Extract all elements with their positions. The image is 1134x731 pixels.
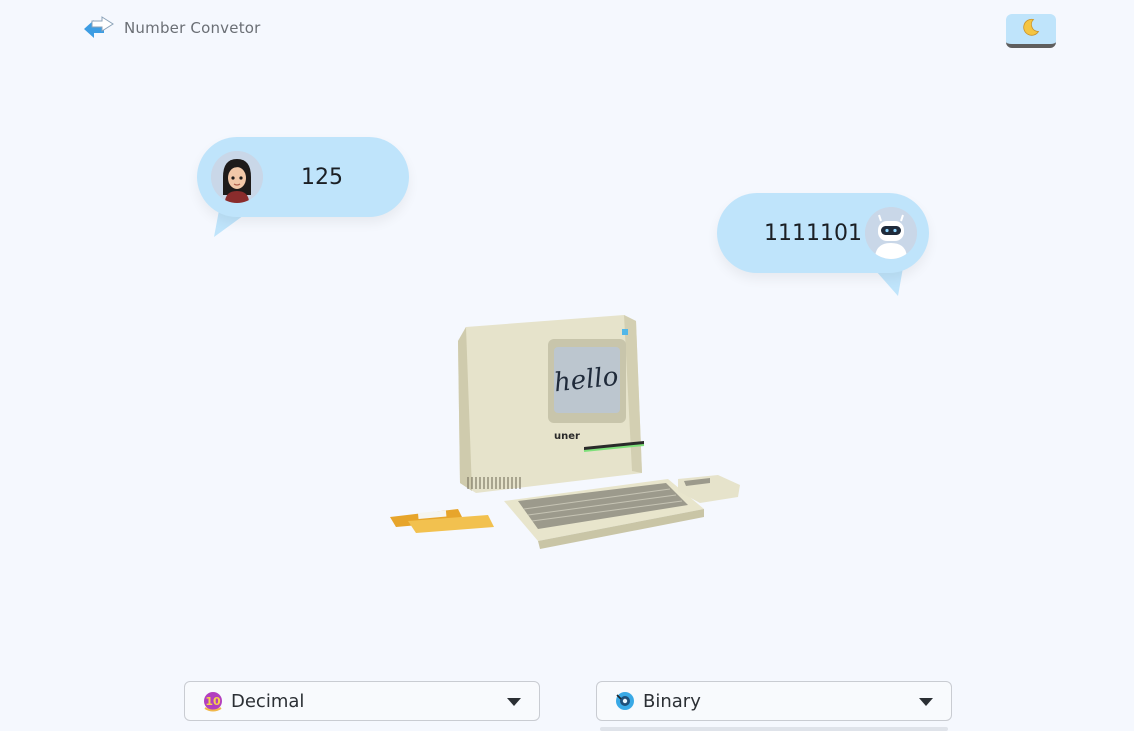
brand-text: uner: [554, 431, 580, 442]
to-base-label: Binary: [643, 690, 701, 712]
to-base-select[interactable]: Binary: [596, 681, 952, 721]
woman-avatar-icon: [211, 151, 263, 203]
user-message-text: 125: [301, 164, 343, 190]
swap-arrows-icon: [82, 16, 114, 40]
decimal-base-icon: 10: [202, 690, 224, 712]
app-title: Number Convetor: [124, 19, 261, 37]
app-logo[interactable]: Number Convetor: [82, 16, 261, 40]
output-field-edge: [600, 727, 948, 731]
chevron-down-icon: [919, 698, 933, 706]
bot-message-text: 1111101: [764, 221, 862, 246]
user-message-bubble: 125: [197, 137, 409, 217]
moon-icon: [1021, 17, 1041, 41]
floppy-disks: [390, 509, 494, 533]
theme-toggle-button[interactable]: [1006, 14, 1056, 48]
bot-message-bubble: 1111101: [717, 193, 929, 273]
from-base-select[interactable]: 10 Decimal: [184, 681, 540, 721]
from-base-label: Decimal: [231, 690, 305, 712]
svg-text:10: 10: [205, 695, 221, 708]
chevron-down-icon: [507, 698, 521, 706]
binary-base-icon: [614, 690, 636, 712]
retro-computer-illustration: hello uner: [390, 315, 740, 549]
robot-avatar-icon: [865, 207, 917, 259]
